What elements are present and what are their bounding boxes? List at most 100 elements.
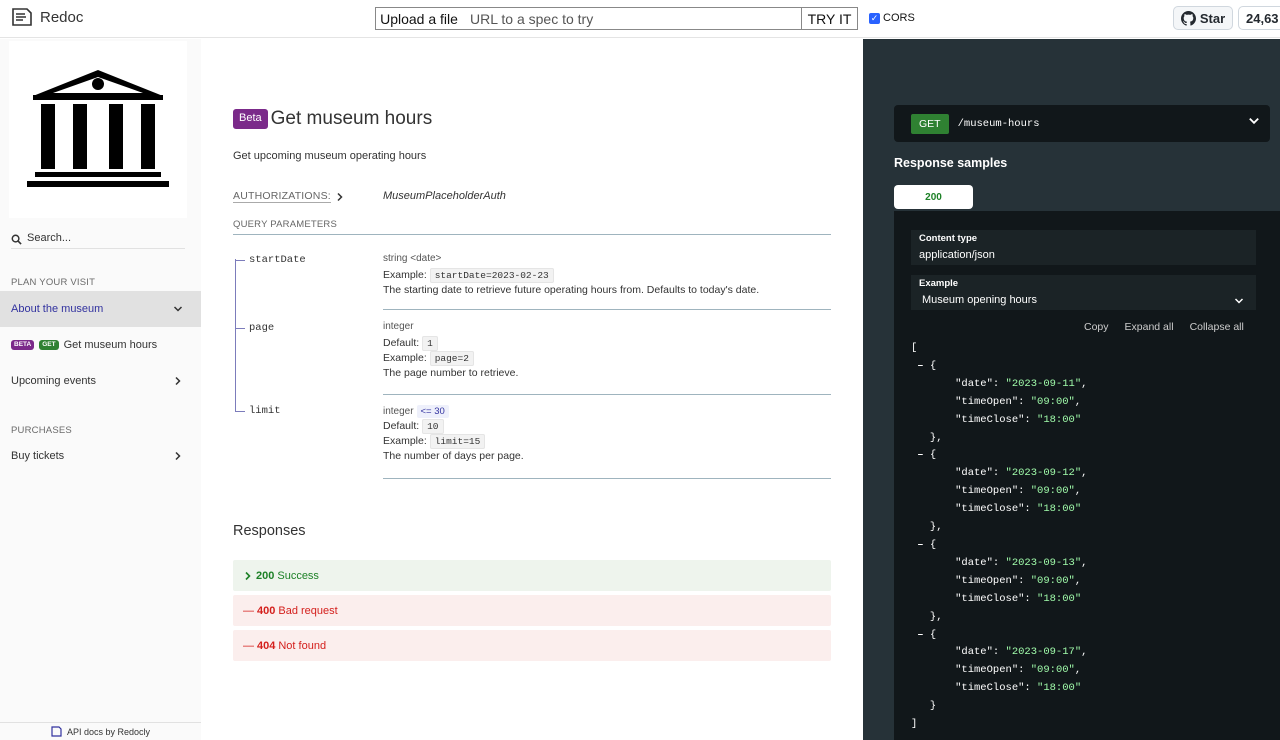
dash-icon: — (243, 604, 254, 617)
redocly-icon (51, 726, 62, 737)
sidebar: PLAN YOUR VISIT About the museum BETA GE… (0, 39, 201, 740)
json-value: "2023-09-11" (1005, 377, 1082, 390)
collapse-toggle: – (911, 449, 930, 462)
collapse-all-button[interactable]: Collapse all (1190, 321, 1244, 333)
star-count[interactable]: 24,63 (1238, 6, 1280, 30)
json-value: "2023-09-12" (1005, 467, 1082, 480)
expand-all-button[interactable]: Expand all (1125, 321, 1174, 333)
json-comma: , (1074, 395, 1082, 408)
content-type-label: Content type (919, 233, 978, 244)
sidebar-item-buy-tickets[interactable]: Buy tickets (0, 438, 201, 474)
example-selected-value: Museum opening hours (922, 294, 1037, 306)
json-comma: , (1081, 467, 1088, 480)
example-dropdown[interactable]: Example Museum opening hours (911, 275, 1256, 310)
json-brace: { (929, 538, 937, 551)
dash-icon: — (243, 639, 254, 652)
search-icon (11, 234, 22, 245)
json-comma: , (1074, 664, 1082, 677)
json-brace: }, (911, 521, 943, 534)
example-label: Example: (383, 269, 427, 281)
param-info: integer <= 30 Default: 10 Example: limit… (383, 405, 831, 479)
response-label: Success (277, 569, 319, 582)
cors-label: CORS (883, 12, 915, 24)
chevron-right-icon (245, 571, 251, 580)
json-value: "18:00" (1037, 682, 1082, 695)
main-content: Beta Get museum hours Get upcoming museu… (201, 39, 863, 740)
json-brace: { (929, 449, 937, 462)
sidebar-item-about-the-museum[interactable]: About the museum (0, 291, 201, 327)
default-label: Default: (383, 420, 420, 432)
json-object-toggle[interactable]: – { (911, 447, 1087, 465)
get-method-tag: GET (39, 340, 59, 350)
beta-badge: Beta (233, 109, 268, 129)
json-comma: , (1081, 377, 1088, 390)
json-key: "timeClose": (911, 503, 1038, 516)
example-label: Example: (383, 352, 427, 364)
param-description: The page number to retrieve. (383, 367, 519, 379)
json-brace: { (929, 359, 937, 372)
param-info: integer Default: 1 Example: page=2 The p… (383, 321, 831, 395)
json-brace: } (911, 700, 937, 713)
default-value: 1 (422, 336, 438, 351)
tab-200[interactable]: 200 (894, 185, 973, 209)
json-sample: [ – { "date": "2023-09-11", "timeOpen": … (911, 340, 1087, 734)
json-key: "timeOpen": (911, 395, 1031, 408)
spec-url-input[interactable] (462, 7, 802, 30)
sidebar-item-label: About the museum (11, 303, 104, 315)
json-key: "timeOpen": (911, 485, 1031, 498)
json-object-toggle[interactable]: – { (911, 358, 1087, 376)
try-it-button[interactable]: TRY IT (801, 7, 858, 30)
param-branch (235, 328, 245, 329)
response-404-row[interactable]: — 404 Not found (233, 630, 831, 661)
param-constraint: <= 30 (416, 405, 449, 418)
response-label: Not found (278, 639, 327, 652)
section-heading-plan-your-visit: PLAN YOUR VISIT (11, 277, 96, 288)
responses-heading: Responses (233, 523, 306, 539)
json-value: "18:00" (1037, 592, 1082, 605)
footer-text: API docs by Redocly (66, 726, 151, 737)
checkmark-icon: ✓ (869, 12, 880, 24)
param-type: integer (383, 321, 414, 332)
github-star-button[interactable]: Star (1173, 6, 1233, 30)
http-method-badge: GET (911, 113, 949, 134)
chevron-right-icon (175, 451, 181, 461)
json-bracket: [ (911, 342, 918, 354)
response-400-row[interactable]: — 400 Bad request (233, 595, 831, 626)
endpoint-path: /museum-hours (957, 117, 1040, 130)
copy-button[interactable]: Copy (1084, 321, 1109, 333)
json-object-toggle[interactable]: – { (911, 537, 1087, 555)
json-comma: , (1081, 646, 1088, 659)
authorizations-row[interactable]: AUTHORIZATIONS: MuseumPlaceholderAuth (233, 190, 506, 203)
collapse-toggle: – (911, 628, 930, 641)
redoc-logo[interactable]: Redoc (11, 7, 83, 27)
example-value: startDate=2023-02-23 (429, 268, 554, 283)
json-key: "timeOpen": (911, 574, 1031, 587)
search-box[interactable] (11, 232, 185, 249)
cors-checkbox[interactable]: ✓ CORS (869, 12, 915, 24)
json-object-toggle[interactable]: – { (911, 627, 1087, 645)
museum-logo (9, 41, 187, 218)
json-value: "2023-09-17" (1005, 646, 1082, 659)
param-branch (235, 260, 245, 261)
json-value: "09:00" (1030, 485, 1075, 498)
redocly-footer-link[interactable]: API docs by Redocly (0, 722, 201, 740)
top-bar: Redoc Upload a file TRY IT ✓ CORS Star 2… (0, 0, 1280, 38)
json-value: "18:00" (1037, 503, 1082, 516)
param-type: string <date> (383, 253, 442, 264)
json-key: "timeClose": (911, 413, 1038, 426)
response-code: 404 (257, 639, 276, 652)
json-key: "timeClose": (911, 682, 1038, 695)
param-branch (235, 411, 245, 412)
response-200-row[interactable]: 200 Success (233, 560, 831, 591)
sample-actions: Copy Expand all Collapse all (1084, 321, 1244, 333)
search-input[interactable] (27, 232, 177, 244)
sidebar-item-upcoming-events[interactable]: Upcoming events (0, 363, 201, 399)
sidebar-item-get-museum-hours[interactable]: BETA GET Get museum hours (0, 327, 201, 363)
chevron-down-icon (173, 306, 183, 312)
sidebar-item-label: Buy tickets (11, 450, 65, 462)
endpoint-selector[interactable]: GET /museum-hours (894, 105, 1270, 142)
upload-file-button[interactable]: Upload a file (375, 7, 463, 30)
operation-title: Beta Get museum hours (233, 108, 432, 130)
chevron-right-icon (337, 192, 343, 201)
response-sample-body: Content type application/json Example Mu… (894, 211, 1280, 740)
